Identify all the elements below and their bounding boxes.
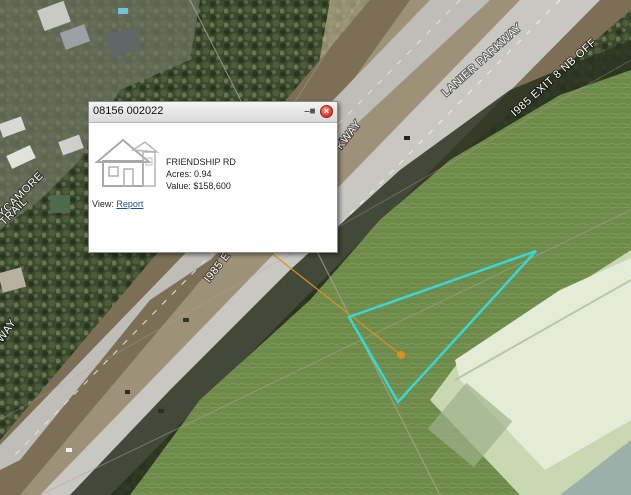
popup-title: 08156 002022: [93, 105, 164, 117]
parcel-details: FRIENDSHIP RD Acres: 0.94 Value: $158,60…: [166, 156, 236, 192]
parcel-info-popup: 08156 002022 ⎯■ × FRIENDSHIP RD Acres: 0…: [88, 101, 338, 253]
parcel-address: FRIENDSHIP RD: [166, 157, 236, 167]
pool: [118, 8, 128, 14]
pin-icon[interactable]: ⎯■: [303, 105, 317, 118]
report-link[interactable]: Report: [116, 199, 143, 209]
parcel-acres: Acres: 0.94: [166, 169, 212, 179]
close-icon[interactable]: ×: [320, 105, 333, 118]
view-row: View: Report: [92, 199, 143, 209]
vehicle: [66, 448, 72, 452]
view-label: View:: [92, 199, 114, 209]
vehicle: [183, 318, 189, 322]
popup-header: 08156 002022 ⎯■ ×: [89, 102, 337, 123]
parcel-centroid: [397, 351, 405, 359]
house-roof: [50, 195, 70, 213]
vehicle: [404, 136, 410, 140]
parcel-value: Value: $158,600: [166, 181, 231, 191]
vehicle: [125, 390, 130, 394]
house-icon: [95, 138, 159, 187]
